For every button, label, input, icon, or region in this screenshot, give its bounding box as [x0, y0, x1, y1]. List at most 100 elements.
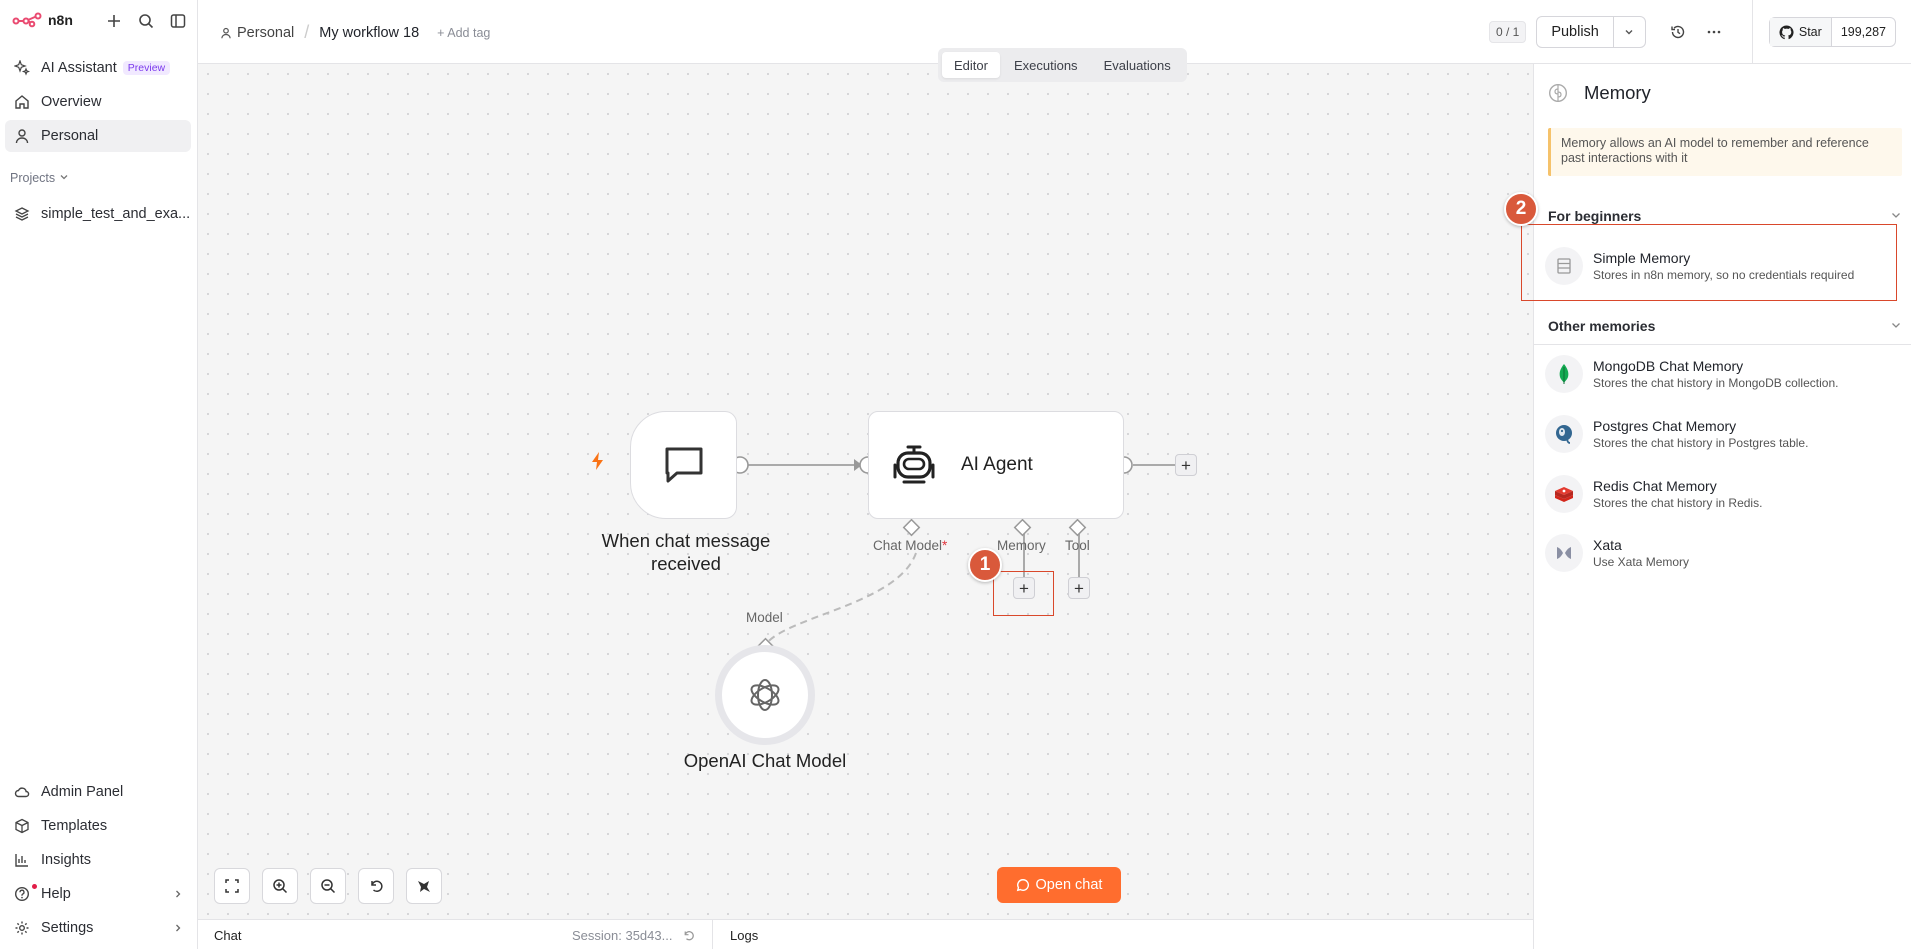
sidebar-item-label: Settings: [41, 920, 94, 936]
chevron-down-icon: [1890, 208, 1902, 224]
ai-agent-node[interactable]: AI Agent: [868, 411, 1124, 519]
tab-executions[interactable]: Executions: [1002, 52, 1090, 78]
robot-icon: [893, 445, 935, 484]
chat-model-text: Chat Model: [873, 538, 943, 553]
sidebar-item-label: Personal: [41, 128, 99, 144]
list-item-redis[interactable]: Redis Chat Memory Stores the chat histor…: [1540, 468, 1906, 520]
item-text: MongoDB Chat Memory Stores the chat hist…: [1593, 358, 1838, 390]
list-item-xata[interactable]: Xata Use Xata Memory: [1540, 527, 1906, 579]
list-item-mongodb[interactable]: MongoDB Chat Memory Stores the chat hist…: [1540, 348, 1906, 400]
zoom-out-icon: [321, 879, 336, 894]
tidy-up-button[interactable]: [406, 868, 442, 904]
fit-view-button[interactable]: [214, 868, 250, 904]
bar-chart-icon: [13, 851, 31, 869]
publish-button[interactable]: Publish: [1537, 17, 1613, 47]
connections-layer: [731, 456, 1186, 656]
main-nav: AI Assistant Preview Overview Personal: [5, 52, 191, 154]
item-text: Xata Use Xata Memory: [1593, 537, 1689, 569]
gear-icon: [13, 919, 31, 937]
sidebar-item-help[interactable]: Help: [5, 878, 191, 910]
undo-icon: [371, 880, 383, 893]
projects-label: Projects: [10, 171, 56, 185]
sidebar-item-admin-panel[interactable]: Admin Panel: [5, 776, 191, 808]
view-tabs: Editor Executions Evaluations: [938, 48, 1187, 82]
more-options-button[interactable]: [1698, 16, 1730, 48]
sparkle-icon: [13, 59, 31, 77]
item-name: Redis Chat Memory: [1593, 478, 1717, 494]
item-name: MongoDB Chat Memory: [1593, 358, 1744, 374]
openai-node-label: OpenAI Chat Model: [683, 750, 847, 771]
node-creator-panel: Memory Memory allows an AI model to reme…: [1504, 64, 1911, 949]
logo[interactable]: n8n: [12, 12, 73, 28]
xata-icon: [1545, 534, 1583, 572]
chat-tab[interactable]: Chat: [214, 928, 241, 943]
chevron-right-icon: [173, 920, 183, 936]
chat-icon: [1016, 879, 1029, 892]
zoom-in-button[interactable]: [262, 868, 298, 904]
sidebar-item-label: Overview: [41, 94, 102, 110]
reset-session-icon[interactable]: [682, 929, 695, 942]
publish-options-button[interactable]: [1612, 17, 1645, 47]
list-item-postgres[interactable]: Postgres Chat Memory Stores the chat his…: [1540, 408, 1906, 460]
open-chat-button[interactable]: Open chat: [997, 867, 1121, 903]
sidebar-item-project[interactable]: simple_test_and_exa...: [5, 198, 191, 230]
sidebar-toggle-icon[interactable]: [168, 11, 188, 31]
breadcrumb-personal-label: Personal: [237, 24, 295, 41]
workflow-name[interactable]: My workflow 18: [319, 25, 419, 41]
section-title: For beginners: [1548, 208, 1642, 224]
panel-title: Memory: [1584, 82, 1651, 103]
sidebar-item-label: simple_test_and_exa...: [41, 206, 191, 222]
logs-tab[interactable]: Logs: [730, 928, 758, 943]
logo-text: n8n: [48, 12, 73, 28]
github-star-button[interactable]: Star: [1769, 18, 1832, 46]
add-tool-button[interactable]: +: [1068, 577, 1090, 599]
sidebar-top: n8n: [0, 0, 198, 44]
sidebar-item-personal[interactable]: Personal: [5, 120, 191, 152]
port-memory-diamond: [1013, 518, 1032, 537]
zoom-out-button[interactable]: [310, 868, 346, 904]
github-icon: [1779, 24, 1794, 39]
add-icon[interactable]: [104, 11, 124, 31]
sidebar-item-label: AI Assistant: [41, 60, 117, 76]
header-divider: [1751, 0, 1753, 64]
undo-button[interactable]: [358, 868, 394, 904]
port-chat-model-diamond: [902, 518, 921, 537]
sidebar-item-templates[interactable]: Templates: [5, 810, 191, 842]
sidebar-item-label: Help: [41, 886, 71, 902]
add-next-node-button[interactable]: +: [1175, 454, 1197, 476]
workflow-canvas[interactable]: When chat message received AI Agent Chat…: [198, 64, 1533, 919]
github-star-widget[interactable]: Star 199,287: [1768, 17, 1896, 47]
history-button[interactable]: [1662, 16, 1694, 48]
chevron-down-icon: [1625, 30, 1633, 35]
notification-dot: [32, 884, 37, 889]
fit-view-icon: [225, 879, 239, 893]
zoom-in-icon: [273, 879, 288, 894]
sidebar-item-overview[interactable]: Overview: [5, 86, 191, 118]
projects-toggle[interactable]: Projects: [10, 171, 69, 185]
add-tag-button[interactable]: + Add tag: [437, 26, 490, 40]
sidebar-item-insights[interactable]: Insights: [5, 844, 191, 876]
sidebar-item-settings[interactable]: Settings: [5, 912, 191, 944]
port-label-tool: Tool: [1065, 538, 1090, 553]
tab-evaluations[interactable]: Evaluations: [1092, 52, 1183, 78]
section-other-memories[interactable]: Other memories: [1548, 318, 1902, 334]
canvas-controls: [214, 868, 442, 904]
version-counter: 0 / 1: [1488, 21, 1527, 43]
openai-chat-model-node[interactable]: [715, 645, 815, 745]
mongodb-icon: [1545, 355, 1583, 393]
trigger-node-label: When chat message received: [593, 529, 779, 575]
ai-agent-title: AI Agent: [961, 454, 1033, 475]
tab-editor[interactable]: Editor: [942, 52, 1000, 78]
step-badge-2: 2: [1504, 192, 1538, 226]
trigger-node[interactable]: [630, 411, 737, 519]
sidebar-item-ai-assistant[interactable]: AI Assistant Preview: [5, 52, 191, 84]
search-icon[interactable]: [136, 11, 156, 31]
bottom-divider: [712, 920, 713, 949]
chevron-down-icon: [1890, 318, 1902, 334]
section-for-beginners[interactable]: For beginners: [1548, 208, 1902, 224]
breadcrumb-personal[interactable]: Personal: [220, 25, 294, 41]
item-name: Postgres Chat Memory: [1593, 418, 1737, 434]
sidebar: n8n AI Assistant Preview Overview Person…: [0, 0, 198, 949]
memory-notice: Memory allows an AI model to remember an…: [1548, 128, 1902, 176]
highlight-memory-plus: [993, 571, 1054, 616]
